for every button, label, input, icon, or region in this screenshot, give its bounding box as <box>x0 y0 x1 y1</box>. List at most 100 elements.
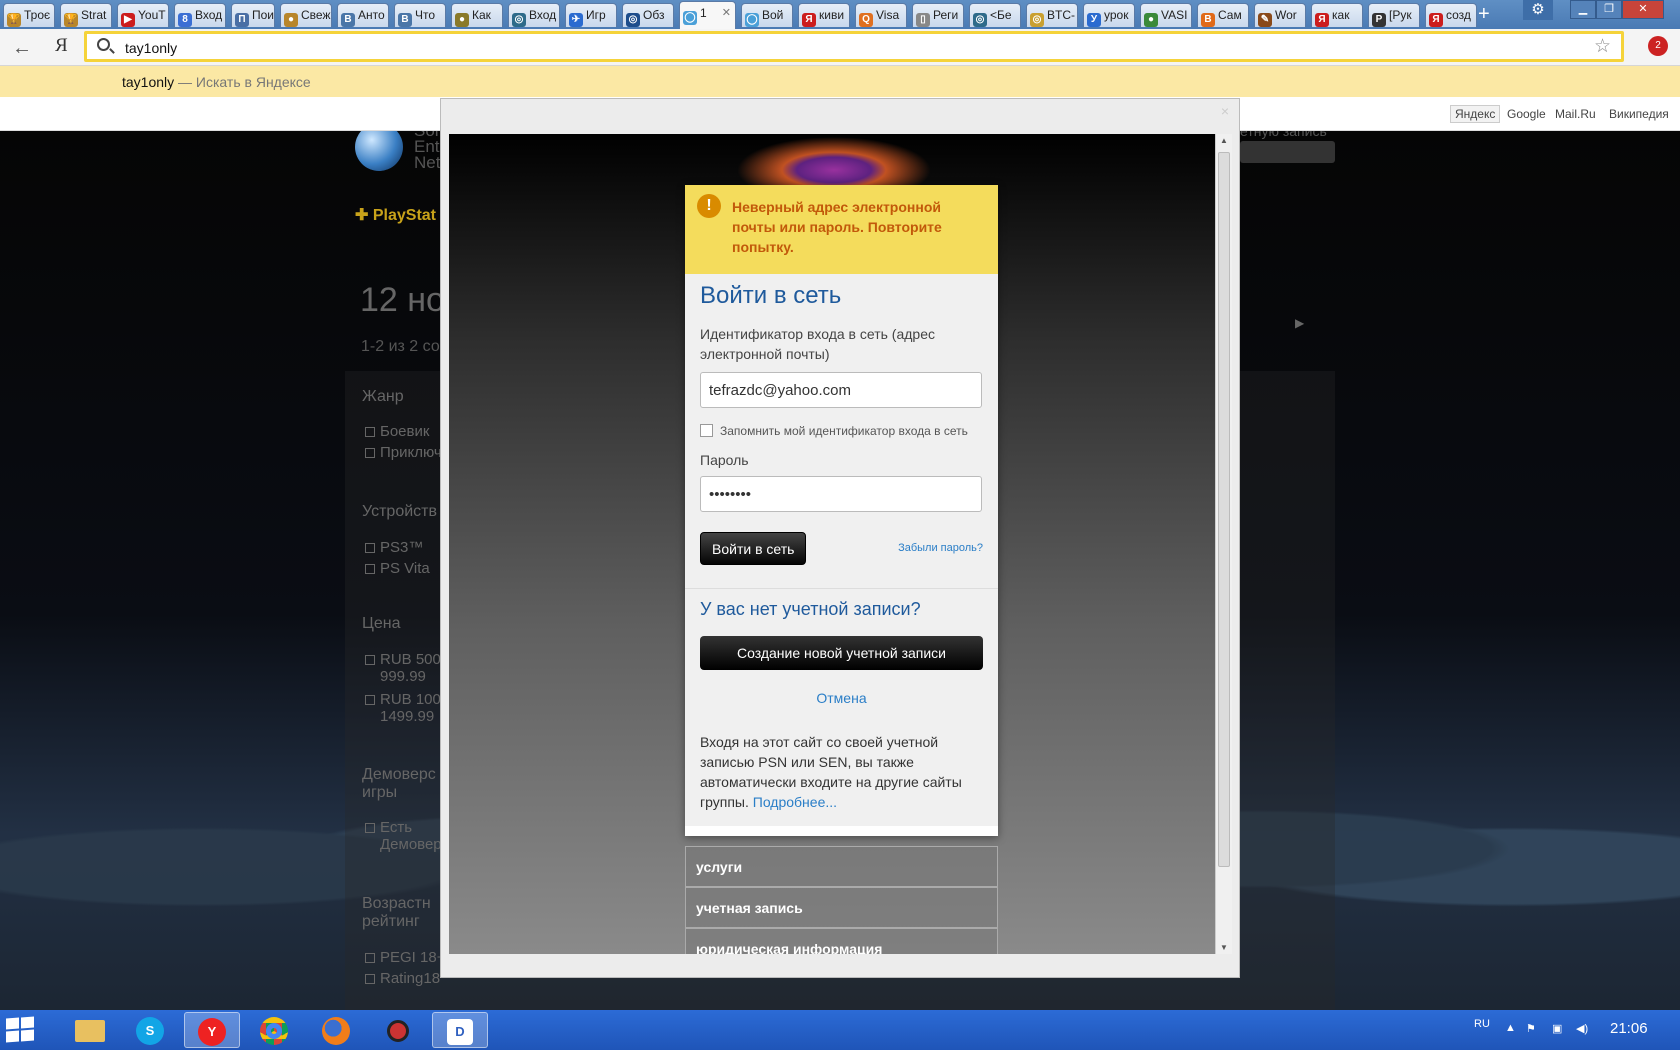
filter-age-0[interactable]: PEGI 18+ <box>365 949 445 966</box>
tab-0[interactable]: 🏆 Троє <box>3 3 55 27</box>
chrome-icon[interactable] <box>246 1012 302 1048</box>
tab-4[interactable]: П Пои <box>231 3 275 27</box>
search-box[interactable] <box>1240 141 1335 163</box>
scroll-thumb[interactable] <box>1218 152 1230 867</box>
create-account-button[interactable]: Создание новой учетной записи <box>700 636 983 670</box>
bookmark-google[interactable]: Google <box>1507 107 1546 121</box>
bookmark-star-icon[interactable]: ☆ <box>1594 35 1611 58</box>
network-icon[interactable]: ▣ <box>1552 1022 1562 1035</box>
omnibox[interactable]: ☆ <box>84 31 1624 62</box>
tab-21[interactable]: B Сам <box>1197 3 1249 27</box>
omnibox-suggestion[interactable]: tay1only — Искать в Яндексе <box>0 66 1680 97</box>
filter-device-1[interactable]: PS Vita <box>365 560 430 577</box>
tab-label: Игр <box>586 8 606 22</box>
minimize-button[interactable]: ▁ <box>1570 0 1596 19</box>
tab-label: VASI <box>1161 8 1188 22</box>
tab-14[interactable]: Якиви <box>798 3 850 27</box>
filter-price-0[interactable]: RUB 500 -999.99 <box>365 651 450 685</box>
filter-demo-0[interactable]: Есть Демовер <box>365 819 442 853</box>
filter-genre-0[interactable]: Боевик <box>365 423 429 440</box>
filter-price-1[interactable]: RUB 1000 1499.99 <box>365 691 449 725</box>
search-icon <box>97 38 110 51</box>
tab-5[interactable]: ● Свеж <box>280 3 332 27</box>
tab-16[interactable]: ▯ Реги <box>912 3 964 27</box>
tab-15[interactable]: Q Visa <box>855 3 907 27</box>
close-dialog-icon[interactable]: × <box>1221 103 1229 119</box>
tab-24[interactable]: P [Рук <box>1368 3 1420 27</box>
language-indicator[interactable]: RU <box>1474 1018 1490 1030</box>
suggestion-query: tay1only <box>122 74 175 90</box>
error-text: Неверный адрес электронной почты или пар… <box>732 199 942 255</box>
results-count: 1-2 из 2 со <box>361 338 440 355</box>
chevron-right-icon[interactable]: ▶ <box>1295 316 1304 330</box>
tab-11[interactable]: ◎ Обз <box>622 3 674 27</box>
favicon-icon: Q <box>859 13 873 27</box>
cancel-link[interactable]: Отмена <box>700 690 983 706</box>
filter-devices-title: Устройств <box>362 503 437 520</box>
playstation-plus-link[interactable]: ✚ PlayStat <box>355 205 436 225</box>
tab-10[interactable]: ✈ Игр <box>565 3 617 27</box>
close-tab-icon[interactable]: ✕ <box>722 6 731 19</box>
tab-6[interactable]: В Анто <box>337 3 389 27</box>
yandex-logo[interactable]: Я <box>55 35 68 57</box>
tab-18[interactable]: ◎ BTC- <box>1026 3 1078 27</box>
volume-icon[interactable]: ◀) <box>1576 1022 1588 1035</box>
tab-12[interactable]: ◯ 1 ✕ <box>679 1 736 29</box>
more-link[interactable]: Подробнее... <box>753 794 837 810</box>
scroll-up-icon[interactable]: ▲ <box>1220 136 1228 145</box>
tab-19[interactable]: Уурок <box>1083 3 1135 27</box>
file-explorer-icon[interactable] <box>62 1012 118 1048</box>
tab-8[interactable]: ● Как <box>451 3 503 27</box>
password-field[interactable] <box>700 476 982 512</box>
tab-22[interactable]: ✎ Wor <box>1254 3 1306 27</box>
app-icon[interactable]: D <box>432 1012 488 1048</box>
tab-25[interactable]: Ясозд <box>1425 3 1477 27</box>
tab-2[interactable]: ▶ YouT <box>117 3 169 27</box>
favicon-icon: ◎ <box>1030 13 1044 27</box>
tab-label: Wor <box>1275 8 1297 22</box>
footer-link-services[interactable]: услуги <box>685 846 998 887</box>
tab-9[interactable]: ◎ Вход <box>508 3 560 27</box>
forgot-password-link[interactable]: Забыли пароль? <box>898 542 983 554</box>
address-input[interactable] <box>125 37 1525 59</box>
favicon-icon: ◎ <box>626 13 640 27</box>
login-button[interactable]: Войти в сеть <box>700 532 807 565</box>
page-heading: 12 но <box>360 281 445 319</box>
tab-1[interactable]: 🏆 Strat <box>60 3 112 27</box>
filter-genre-1[interactable]: Приключ <box>365 444 442 461</box>
yandex-browser-icon[interactable]: Y <box>184 1012 240 1048</box>
tab-3[interactable]: 8 Вход <box>174 3 226 27</box>
bookmark-yandex[interactable]: Яндекс <box>1450 105 1501 123</box>
tab-7[interactable]: В Что <box>394 3 446 27</box>
footer-link-account[interactable]: учетная запись <box>685 887 998 928</box>
back-button[interactable]: ← <box>12 37 32 60</box>
tab-17[interactable]: ◎ <Бе <box>969 3 1021 27</box>
tab-strip: ⚙ + ▁ ❐ ✕ 🏆 Троє 🏆 Strat ▶ YouT 8 Вход П Пои ● Свеж… <box>0 0 1680 29</box>
firefox-icon[interactable] <box>308 1012 364 1048</box>
filter-age-1[interactable]: Rating18 <box>365 970 440 987</box>
tab-23[interactable]: Якак <box>1311 3 1363 27</box>
account-link[interactable]: етную запись <box>1240 131 1327 139</box>
close-window-button[interactable]: ✕ <box>1622 0 1664 19</box>
start-button-icon[interactable] <box>6 1016 36 1043</box>
extension-badge-icon[interactable]: 2 <box>1648 36 1668 56</box>
skype-icon[interactable]: S <box>122 1012 178 1048</box>
scroll-down-icon[interactable]: ▼ <box>1220 943 1228 952</box>
new-tab-icon[interactable]: + <box>1478 3 1490 25</box>
checkbox-icon[interactable] <box>700 424 713 437</box>
flag-icon[interactable]: ⚑ <box>1526 1022 1536 1035</box>
dialog-scrollbar[interactable]: ▲ ▼ <box>1215 134 1232 954</box>
settings-gear-icon[interactable]: ⚙ <box>1523 0 1553 20</box>
show-hidden-icons-icon[interactable]: ▲ <box>1505 1022 1516 1034</box>
remember-me[interactable]: Запомнить мой идентификатор входа в сеть <box>700 424 983 438</box>
media-app-icon[interactable] <box>370 1012 426 1048</box>
tab-20[interactable]: ● VASI <box>1140 3 1192 27</box>
footer-link-legal[interactable]: юридическая информация <box>685 928 998 954</box>
clock[interactable]: 21:06 <box>1610 1020 1648 1037</box>
bookmark-mailru[interactable]: Mail.Ru <box>1555 107 1596 121</box>
restore-button[interactable]: ❐ <box>1596 0 1622 19</box>
filter-device-0[interactable]: PS3™ <box>365 539 423 556</box>
bookmark-wikipedia[interactable]: Википедия <box>1609 107 1669 121</box>
tab-13[interactable]: ◯ Вой <box>741 3 793 27</box>
email-field[interactable] <box>700 372 982 408</box>
